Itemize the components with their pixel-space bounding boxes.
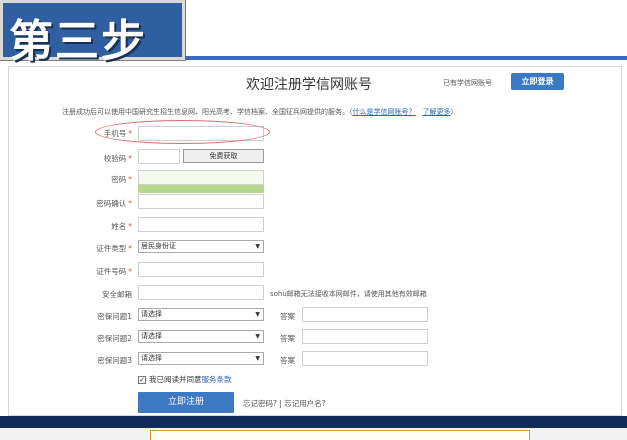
security-question-1-label: 密保问题1 [97,312,132,321]
password-strength-bar [138,185,264,193]
answer-1-label: 答案 [280,312,295,321]
what-is-account-link[interactable]: 什么是学信网账号？ [353,108,416,116]
bottom-callout-box [150,430,530,440]
register-button[interactable]: 立即注册 [138,392,234,413]
email-input[interactable] [138,285,264,300]
has-account-text: 已有学信网账号 [443,79,492,87]
password-confirm-label: 密码确认 * [96,199,132,208]
notice-text: 注册成功后可以使用中国研究生招生信息网、阳光高考、学信档案、全国征兵网提供的服务… [62,108,349,116]
chevron-down-icon: ▼ [255,243,260,250]
agree-checkbox[interactable]: ✓ [138,376,146,384]
agree-text: 我已阅读并同意 [149,375,202,384]
step-banner: 第三步 [0,0,186,67]
id-type-select[interactable]: 居民身份证 ▼ [138,240,264,253]
chevron-down-icon: ▼ [255,311,260,318]
security-question-3-label: 密保问题3 [97,356,132,365]
learn-more-link[interactable]: 了解更多 [423,108,451,116]
id-number-input[interactable] [138,262,264,277]
select-value: 请选择 [141,354,162,362]
password-confirm-input[interactable] [138,194,264,209]
email-label: 安全邮箱 [102,290,132,299]
code-label: 校验码 * [103,154,132,163]
chevron-down-icon: ▼ [255,333,260,340]
name-label: 姓名 * [111,222,132,231]
login-button[interactable]: 立即登录 [511,73,564,90]
header-divider [185,56,627,60]
terms-link[interactable]: 服务条款 [202,375,232,384]
password-label: 密码 * [111,175,132,184]
security-question-3-select[interactable]: 请选择 ▼ [138,352,264,365]
answer-2-label: 答案 [280,334,295,343]
id-type-value: 居民身份证 [141,242,176,250]
security-question-2-select[interactable]: 请选择 ▼ [138,330,264,343]
page-title: 欢迎注册学信网账号 [246,77,372,93]
agree-row: ✓ 我已阅读并同意服务条款 [138,374,232,385]
footer-bar [0,416,627,428]
chevron-down-icon: ▼ [255,355,260,362]
password-input[interactable] [138,170,264,185]
security-question-1-select[interactable]: 请选择 ▼ [138,308,264,321]
security-question-2-label: 密保问题2 [97,334,132,343]
select-value: 请选择 [141,332,162,340]
id-number-label: 证件号码 * [96,267,132,276]
sms-code-button[interactable]: 免费获取 [183,149,264,163]
id-type-label: 证件类型 * [96,244,132,253]
email-hint: sohu邮箱无法接收本网邮件，请使用其他有效邮箱 [270,290,427,298]
registration-notice: 注册成功后可以使用中国研究生招生信息网、阳光高考、学信档案、全国征兵网提供的服务… [62,108,458,116]
code-input[interactable] [138,149,180,164]
highlight-circle [95,120,270,144]
answer-1-input[interactable] [302,307,428,322]
answer-2-input[interactable] [302,329,428,344]
answer-3-input[interactable] [302,351,428,366]
step-title: 第三步 [9,16,147,67]
forgot-links[interactable]: 忘记密码? | 忘记用户名? [243,398,326,409]
select-value: 请选择 [141,310,162,318]
name-input[interactable] [138,217,264,232]
answer-3-label: 答案 [280,356,295,365]
